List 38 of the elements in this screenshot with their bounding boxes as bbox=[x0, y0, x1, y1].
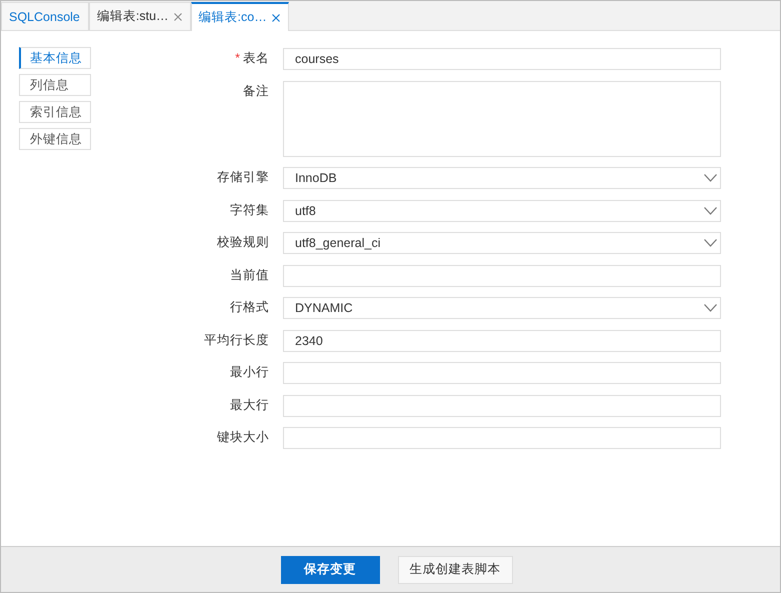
dropdown[interactable]: DYNAMIC bbox=[283, 297, 721, 319]
sidebar-item[interactable]: 外键信息 bbox=[19, 128, 91, 150]
text-area[interactable] bbox=[283, 80, 721, 156]
field-label: 备注 bbox=[243, 82, 269, 100]
tab[interactable]: SQLConsole bbox=[1, 2, 89, 30]
tab[interactable]: 编辑表:co… bbox=[190, 2, 289, 31]
close-icon[interactable] bbox=[272, 14, 280, 22]
field-label: 表名 bbox=[243, 50, 269, 67]
chevron-down-icon bbox=[704, 174, 717, 182]
sidebar-item[interactable]: 基本信息 bbox=[19, 47, 91, 69]
input-field[interactable] bbox=[283, 394, 721, 416]
input-field[interactable]: courses bbox=[283, 48, 721, 70]
close-icon[interactable] bbox=[174, 12, 182, 20]
input-field[interactable] bbox=[283, 427, 721, 449]
chevron-down-icon bbox=[704, 304, 717, 312]
input-field[interactable]: 2340 bbox=[283, 330, 721, 352]
field-label: 键块大小 bbox=[217, 429, 269, 446]
field-label: 校验规则 bbox=[217, 234, 269, 251]
input-field[interactable] bbox=[283, 264, 721, 286]
field-label: 存储引擎 bbox=[217, 169, 269, 186]
required-mark: * bbox=[235, 50, 240, 67]
chevron-down-icon bbox=[704, 206, 717, 214]
dropdown[interactable]: InnoDB bbox=[283, 167, 721, 189]
field-label: 最大行 bbox=[230, 396, 269, 414]
tab[interactable]: 编辑表:stu… bbox=[88, 2, 191, 30]
dropdown[interactable]: utf8_general_ci bbox=[283, 232, 721, 254]
sidebar-item[interactable]: 列信息 bbox=[19, 74, 91, 96]
chevron-down-icon bbox=[704, 239, 717, 247]
dropdown[interactable]: utf8 bbox=[283, 200, 721, 222]
field-label: 字符集 bbox=[230, 202, 269, 218]
generate-script-button[interactable]: 生成创建表脚本 bbox=[398, 556, 512, 584]
field-label: 当前值 bbox=[230, 266, 269, 284]
input-field[interactable] bbox=[283, 362, 721, 384]
sidebar-item[interactable]: 索引信息 bbox=[19, 101, 91, 123]
save-button[interactable]: 保存变更 bbox=[280, 556, 380, 584]
field-label: 行格式 bbox=[230, 299, 269, 316]
field-label: 最小行 bbox=[230, 364, 269, 381]
field-label: 平均行长度 bbox=[204, 332, 269, 348]
